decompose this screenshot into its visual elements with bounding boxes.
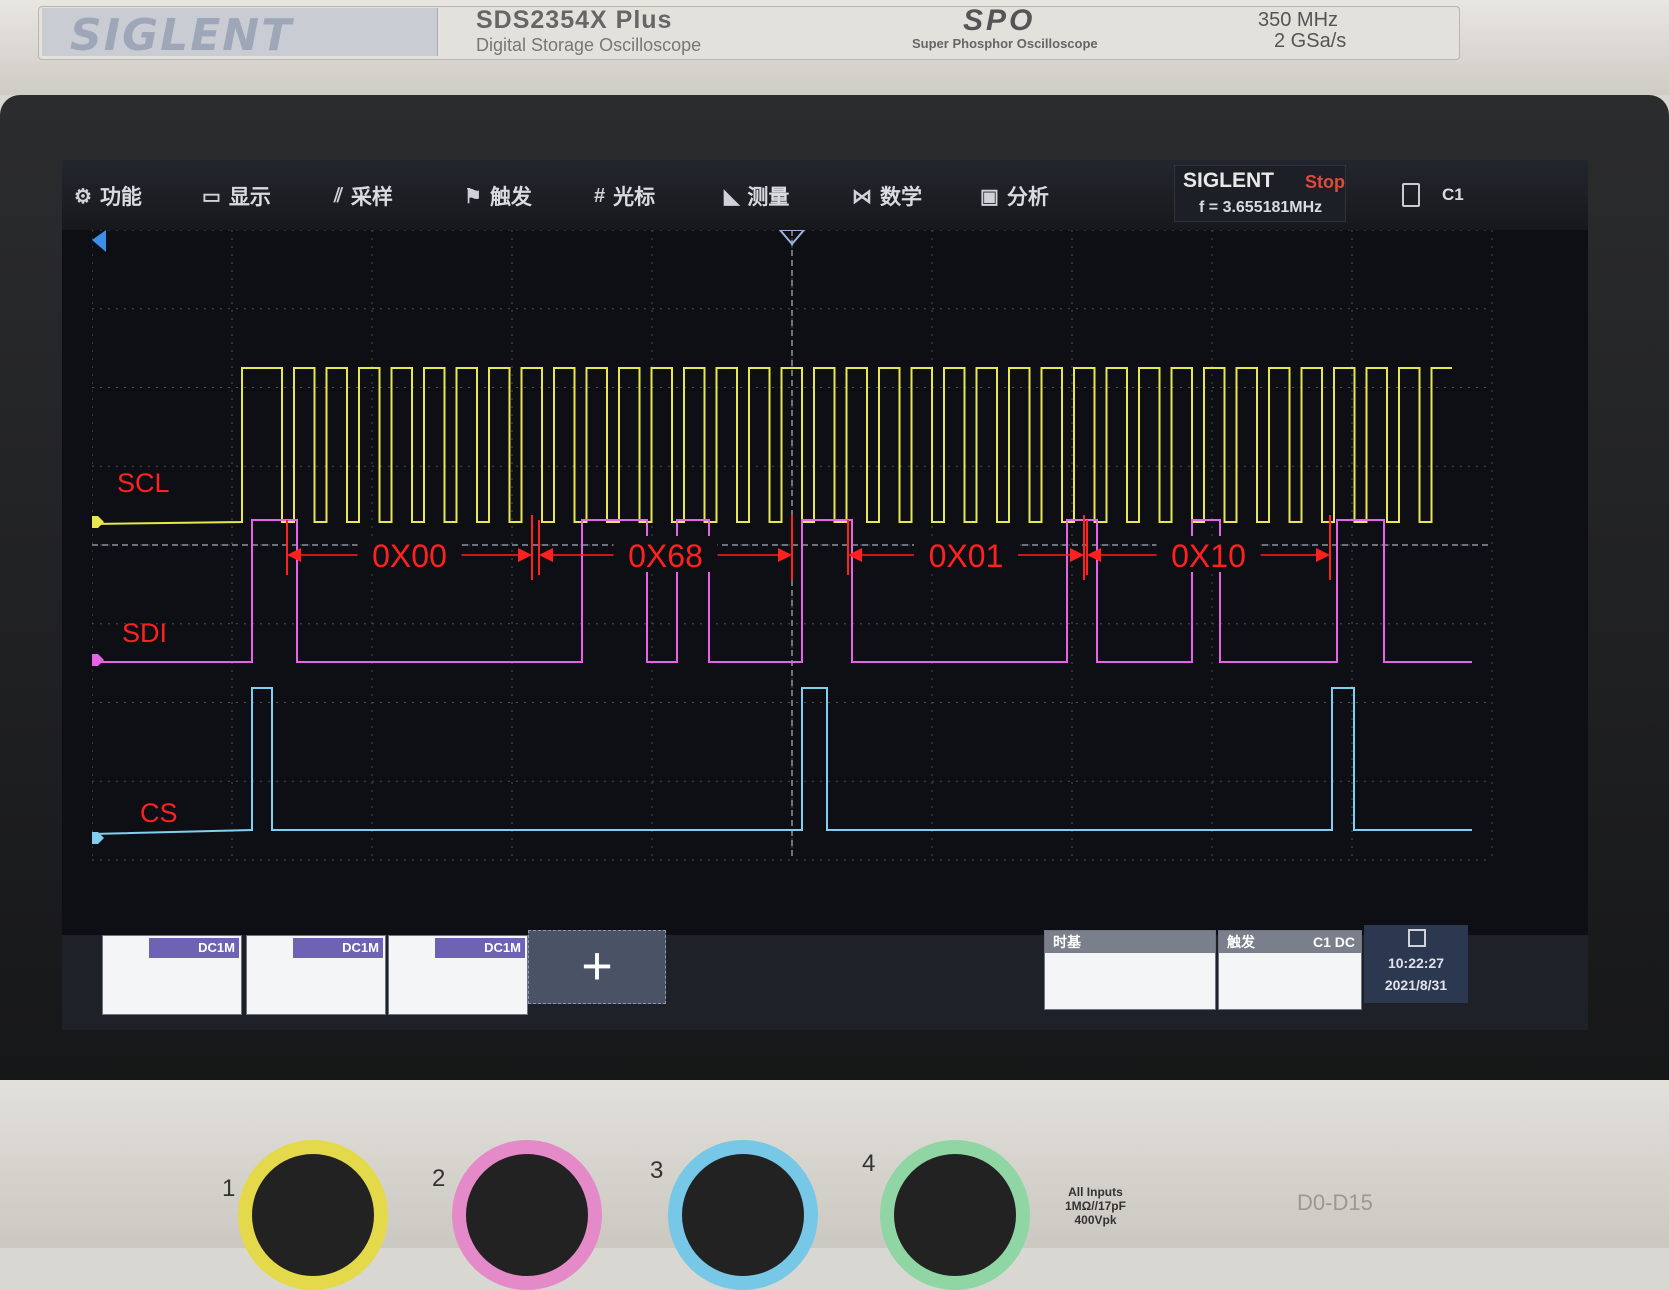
annotation-label: 0X00 [372,538,447,574]
ch1-ground-marker [92,516,104,528]
annotation-label: 0X10 [1171,538,1246,574]
inputs-line-2: 1MΩ//17pF [1065,1199,1126,1213]
annotation-label: 0X01 [929,538,1004,574]
trigger-tag: C1 DC [1312,934,1355,950]
spo-logo: SPO [963,4,1036,37]
ch3-coupling: DC1M [435,938,525,958]
bnc-4-number: 4 [862,1150,876,1177]
menu-acquire-label: 采样 [350,186,393,209]
plus-icon: + [581,936,613,996]
cs-trace [92,687,1472,835]
bnc-1-connector[interactable] [238,1140,388,1290]
channel-name-label: CS [140,798,178,828]
bottom-info-bar: DC1M DC1M DC1M + 时基 触发 C1 DC 10:22:27 20… [62,925,1588,1030]
menu-display[interactable]: ▭ 显示 [202,182,271,210]
menu-measure-label: 测量 [747,186,790,209]
timebase-box[interactable]: 时基 [1044,930,1216,1010]
scroll-left-marker [92,230,106,252]
sdi-trace [92,519,1472,663]
oscilloscope-screen: ⚙ 功能 ▭ 显示 ⫽ 采样 ⚑ 触发 # 光标 ◣ 测量 ⋈ 数学 ▣ 分析 [62,160,1588,1030]
trigger-title-label: 触发 [1227,934,1255,950]
waveform-area[interactable]: 0X00 0X68 0X01 0X10 SCL SDI CS [92,230,1552,930]
trigger-title: 触发 C1 DC [1219,931,1361,953]
inputs-line-1: All Inputs [1068,1185,1123,1199]
channel-3-box[interactable]: DC1M [388,935,528,1015]
battery-icon [1402,183,1420,207]
menu-analysis[interactable]: ▣ 分析 [980,182,1049,210]
add-channel-button[interactable]: + [528,930,666,1004]
cursor-grid-icon: # [594,184,606,207]
run-status-box[interactable]: SIGLENT Stop f = 3.655181MHz [1174,165,1346,222]
instrument-header: SIGLENT SDS2354X Plus Digital Storage Os… [0,0,1669,95]
annotations: 0X00 0X68 0X01 0X10 [286,515,1331,580]
model-subtitle: Digital Storage Oscilloscope [476,35,702,55]
traces [92,367,1472,844]
channel-name-label: SCL [117,468,170,498]
annotation-arrow-head [778,548,792,562]
annotation-arrow-head [539,548,553,562]
spo-subtitle: Super Phosphor Oscilloscope [912,36,1098,51]
run-state: Stop [1305,172,1345,192]
bnc-4-connector[interactable] [880,1140,1030,1290]
menu-math-label: 数学 [880,186,922,209]
inputs-spec: All Inputs 1MΩ//17pF 400Vpk [1065,1185,1126,1227]
frequency-readout: f = 3.655181MHz [1199,199,1323,216]
menu-acquire[interactable]: ⫽ 采样 [334,182,393,210]
menu-trigger[interactable]: ⚑ 触发 [464,182,532,210]
inputs-line-3: 400Vpk [1074,1213,1117,1227]
annotation-arrow-head [1070,548,1084,562]
menu-measure[interactable]: ◣ 测量 [724,182,789,210]
top-menu-bar: ⚙ 功能 ▭ 显示 ⫽ 采样 ⚑ 触发 # 光标 ◣ 测量 ⋈ 数学 ▣ 分析 [62,160,1588,230]
clock-date: 2021/8/31 [1384,977,1448,993]
bnc-3-connector[interactable] [668,1140,818,1290]
status-brand: SIGLENT [1183,169,1275,192]
trigger-source: C1 [1442,185,1464,204]
gear-icon: ⚙ [74,185,92,208]
ch1-coupling: DC1M [149,938,239,958]
trigger-box[interactable]: 触发 C1 DC [1218,930,1362,1010]
menu-trigger-label: 触发 [489,186,532,209]
annotation-arrow-head [287,548,301,562]
clock-time: 10:22:27 [1387,955,1445,971]
network-icon [1408,929,1426,947]
ruler-icon: ◣ [724,185,740,208]
bnc-2-number: 2 [432,1165,446,1192]
scl-trace [92,367,1452,525]
channel-name-label: SDI [122,618,167,648]
sample-rate-label: 2 GSa/s [1274,30,1347,52]
annotation-arrow-head [1316,548,1330,562]
monitor-icon: ▭ [202,185,221,208]
menu-math[interactable]: ⋈ 数学 [852,182,922,210]
channel-2-box[interactable]: DC1M [246,935,386,1015]
channel-1-box[interactable]: DC1M [102,935,242,1015]
menu-cursor[interactable]: # 光标 [594,182,655,210]
model-name: SDS2354X Plus [476,6,673,34]
menu-analysis-label: 分析 [1006,186,1049,209]
menu-function[interactable]: ⚙ 功能 [74,182,142,210]
analysis-icon: ▣ [980,185,999,208]
annotation-arrow-head [848,548,862,562]
bnc-1-number: 1 [222,1175,236,1202]
timebase-title: 时基 [1045,931,1215,953]
brand-logo: SIGLENT [70,10,294,61]
ch2-ground-marker [92,654,104,666]
clock-box: 10:22:27 2021/8/31 [1364,925,1468,1003]
menu-cursor-label: 光标 [613,186,656,209]
annotation-label: 0X68 [628,538,703,574]
digital-input-label: D0-D15 [1297,1190,1373,1215]
menu-function-label: 功能 [99,186,142,209]
math-icon: ⋈ [852,185,872,208]
annotation-arrow-head [518,548,532,562]
menu-display-label: 显示 [228,186,271,209]
bandwidth-label: 350 MHz [1258,9,1339,31]
bnc-3-number: 3 [650,1157,664,1184]
ch2-coupling: DC1M [293,938,383,958]
acquire-icon: ⫽ [334,184,343,207]
annotation-arrow-head [1087,548,1101,562]
waveform-svg: 0X00 0X68 0X01 0X10 SCL SDI CS [92,230,1493,861]
flag-icon: ⚑ [464,185,482,208]
bnc-2-connector[interactable] [452,1140,602,1290]
